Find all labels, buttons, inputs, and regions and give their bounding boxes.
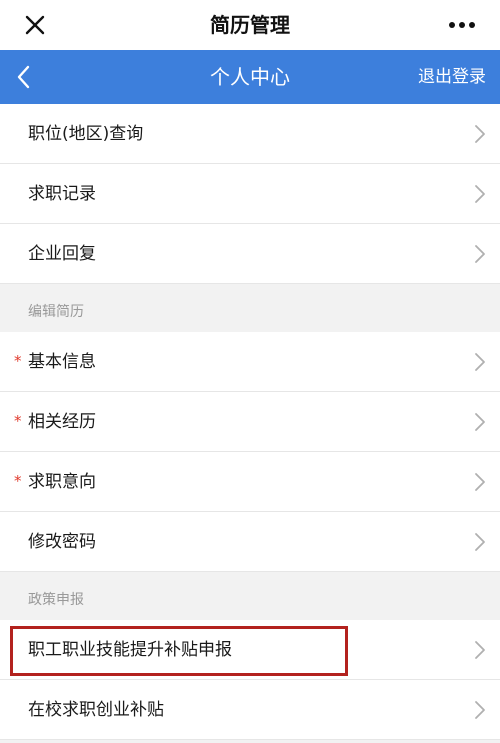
chevron-right-icon <box>475 185 485 203</box>
menu-item-label: 在校求职创业补贴 <box>28 700 164 720</box>
menu-item-job-search[interactable]: 职位(地区)查询 <box>0 104 500 164</box>
menu-item-label: 职工职业技能提升补贴申报 <box>28 640 232 660</box>
section-header-edit-resume: 编辑简历 <box>0 284 500 332</box>
menu-item-campus-subsidy[interactable]: 在校求职创业补贴 <box>0 680 500 740</box>
top-bar: 简历管理 <box>0 0 500 50</box>
chevron-right-icon <box>475 413 485 431</box>
menu-item-label: 修改密码 <box>28 532 96 552</box>
menu-item-label: 求职意向 <box>28 472 96 492</box>
menu-item-label: 基本信息 <box>28 352 96 372</box>
chevron-right-icon <box>475 353 485 371</box>
menu-item-job-intention[interactable]: * 求职意向 <box>0 452 500 512</box>
required-mark: * <box>14 412 22 430</box>
chevron-right-icon <box>475 641 485 659</box>
nav-bar: 个人中心 退出登录 <box>0 50 500 104</box>
section-header-policy: 政策申报 <box>0 572 500 620</box>
more-button[interactable] <box>442 8 482 42</box>
menu-item-company-replies[interactable]: 企业回复 <box>0 224 500 284</box>
menu-item-change-password[interactable]: 修改密码 <box>0 512 500 572</box>
chevron-right-icon <box>475 533 485 551</box>
chevron-right-icon <box>475 245 485 263</box>
menu-list: 职位(地区)查询 求职记录 企业回复 编辑简历 * 基本信息 * 相关经历 * … <box>0 104 500 740</box>
menu-item-label: 求职记录 <box>28 184 96 204</box>
page-title: 简历管理 <box>210 13 290 37</box>
logout-button[interactable]: 退出登录 <box>418 50 486 104</box>
menu-item-label: 相关经历 <box>28 412 96 432</box>
more-horizontal-icon <box>449 22 475 28</box>
menu-item-label: 企业回复 <box>28 244 96 264</box>
required-mark: * <box>14 352 22 370</box>
chevron-right-icon <box>475 701 485 719</box>
menu-item-skill-subsidy[interactable]: 职工职业技能提升补贴申报 <box>0 620 500 680</box>
required-mark: * <box>14 472 22 490</box>
menu-item-experience[interactable]: * 相关经历 <box>0 392 500 452</box>
chevron-right-icon <box>475 125 485 143</box>
menu-item-label: 职位(地区)查询 <box>28 124 144 144</box>
menu-item-application-records[interactable]: 求职记录 <box>0 164 500 224</box>
menu-item-basic-info[interactable]: * 基本信息 <box>0 332 500 392</box>
chevron-right-icon <box>475 473 485 491</box>
